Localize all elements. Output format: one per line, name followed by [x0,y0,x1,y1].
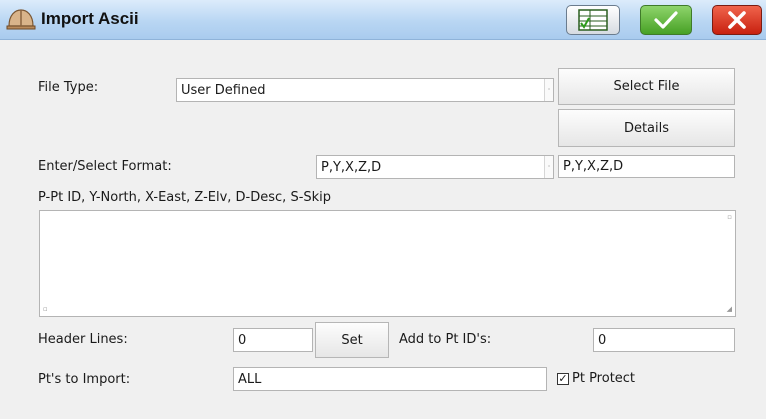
dropdown-arrow-icon: · [544,79,553,101]
import-form: File Type: User Defined · Select File De… [0,40,766,419]
dropdown-arrow-icon: · [544,156,553,178]
add-to-pt-ids-label: Add to Pt ID's: [399,332,492,347]
pt-protect-checkbox[interactable]: ✓ [557,373,569,385]
format-label: Enter/Select Format: [38,159,172,174]
file-type-label: File Type: [38,80,99,95]
resize-grip-icon[interactable]: ◢ [727,306,732,313]
add-to-pt-ids-value: 0 [598,332,607,348]
pts-to-import-value: ALL [238,371,262,387]
table-view-icon [578,9,608,31]
title-bar: Import Ascii [0,0,766,40]
format-dropdown[interactable]: P,Y,X,Z,D · [316,155,554,179]
pts-to-import-field[interactable]: ALL [233,367,547,391]
header-lines-value: 0 [238,332,247,348]
file-type-dropdown[interactable]: User Defined · [176,78,554,102]
format-text-value: P,Y,X,Z,D [563,159,624,174]
ok-button[interactable] [640,5,692,35]
check-icon [654,11,678,29]
pt-protect-label: Pt Protect [572,371,636,386]
set-button[interactable]: Set [315,322,389,358]
format-dropdown-value: P,Y,X,Z,D [321,159,382,175]
close-icon [728,11,746,29]
format-legend: P-Pt ID, Y-North, X-East, Z-Elv, D-Desc,… [38,190,332,205]
select-file-button[interactable]: Select File [558,68,735,105]
file-type-value: User Defined [181,82,266,98]
add-to-pt-ids-field[interactable]: 0 [593,328,735,352]
header-lines-field[interactable]: 0 [233,328,313,352]
header-lines-label: Header Lines: [38,332,128,347]
scroll-corner-icon: ▫ [727,213,732,221]
checkmark-icon: ✓ [558,372,568,385]
pts-to-import-label: Pt's to Import: [38,372,131,387]
scroll-corner-icon: ▫ [43,305,48,313]
table-view-button[interactable] [566,5,620,35]
hard-hat-icon [6,9,36,30]
cancel-button[interactable] [712,5,762,35]
format-text-field[interactable]: P,Y,X,Z,D [558,155,735,178]
details-button[interactable]: Details [558,109,735,147]
window-title: Import Ascii [41,9,139,28]
preview-textarea[interactable]: ▫ ▫ ◢ [39,210,736,317]
